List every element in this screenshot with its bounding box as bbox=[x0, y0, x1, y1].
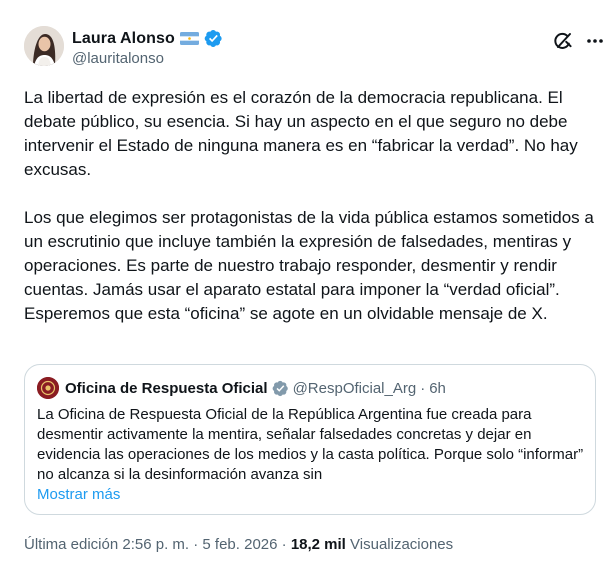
tweet-paragraph: La libertad de expresión es el corazón d… bbox=[24, 88, 578, 179]
quoted-separator: · bbox=[420, 379, 426, 397]
argentina-flag-icon bbox=[179, 32, 199, 45]
quoted-author-name[interactable]: Oficina de Respuesta Oficial bbox=[65, 380, 268, 397]
verified-badge-icon[interactable] bbox=[204, 29, 223, 48]
tweet-metadata: Última edición 2:56 p. m. · 5 feb. 2026 … bbox=[24, 536, 453, 553]
author-avatar[interactable] bbox=[24, 26, 64, 66]
tweet-paragraph: Los que elegimos ser protagonistas de la… bbox=[24, 208, 594, 323]
more-options-icon[interactable] bbox=[585, 31, 605, 51]
quoted-timestamp[interactable]: 6h bbox=[429, 380, 446, 397]
author-name-row: Laura Alonso bbox=[72, 29, 223, 48]
author-display-name[interactable]: Laura Alonso bbox=[72, 30, 175, 48]
gray-verified-badge-icon bbox=[272, 380, 289, 397]
tweet-header: Laura Alonso @lauritalonso bbox=[24, 26, 594, 70]
quoted-tweet[interactable]: Oficina de Respuesta Oficial @RespOficia… bbox=[24, 364, 596, 515]
quoted-tweet-text: La Oficina de Respuesta Oficial de la Re… bbox=[37, 406, 584, 483]
quoted-author-handle[interactable]: @RespOficial_Arg bbox=[293, 380, 417, 397]
show-more-link[interactable]: Mostrar más bbox=[37, 486, 120, 503]
views-count: 18,2 mil bbox=[290, 536, 346, 553]
tweet-text: La libertad de expresión es el corazón d… bbox=[24, 86, 596, 326]
tweet-detail: Laura Alonso @lauritalonso La libertad d… bbox=[0, 0, 610, 578]
quoted-author-avatar[interactable] bbox=[37, 377, 59, 399]
grok-icon[interactable] bbox=[552, 30, 574, 52]
quoted-tweet-header: Oficina de Respuesta Oficial @RespOficia… bbox=[37, 377, 446, 399]
edited-timestamp[interactable]: Última edición 2:56 p. m. · 5 feb. 2026 … bbox=[24, 536, 287, 553]
views-label: Visualizaciones bbox=[350, 536, 454, 553]
author-handle[interactable]: @lauritalonso bbox=[72, 50, 164, 67]
